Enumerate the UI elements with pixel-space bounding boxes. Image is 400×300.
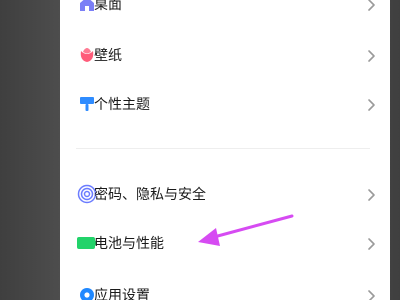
settings-item-security[interactable]: 密码、隐私与安全 xyxy=(60,174,390,214)
chevron-right-icon xyxy=(366,187,378,201)
chevron-right-icon xyxy=(366,0,378,11)
chevron-right-icon xyxy=(366,48,378,62)
section-divider xyxy=(76,148,370,149)
settings-item-desktop[interactable]: 桌面 xyxy=(60,0,390,24)
settings-item-label: 桌面 xyxy=(94,0,122,13)
settings-item-label: 密码、隐私与安全 xyxy=(94,187,206,203)
settings-item-app-settings[interactable]: 应用设置 xyxy=(60,275,390,300)
settings-panel: 桌面 壁纸 个性主题 密码、隐私与安全 电池与性能 应用设置 xyxy=(60,0,390,300)
settings-item-themes[interactable]: 个性主题 xyxy=(60,84,390,124)
settings-item-label: 个性主题 xyxy=(94,97,150,113)
settings-item-battery[interactable]: 电池与性能 xyxy=(60,223,390,263)
chevron-right-icon xyxy=(366,288,378,300)
settings-item-label: 壁纸 xyxy=(94,48,122,64)
chevron-right-icon xyxy=(366,236,378,250)
screen: 桌面 壁纸 个性主题 密码、隐私与安全 电池与性能 应用设置 xyxy=(0,0,400,300)
settings-item-wallpaper[interactable]: 壁纸 xyxy=(60,35,390,75)
chevron-right-icon xyxy=(366,97,378,111)
settings-item-label: 应用设置 xyxy=(94,288,150,300)
settings-item-label: 电池与性能 xyxy=(94,236,164,252)
